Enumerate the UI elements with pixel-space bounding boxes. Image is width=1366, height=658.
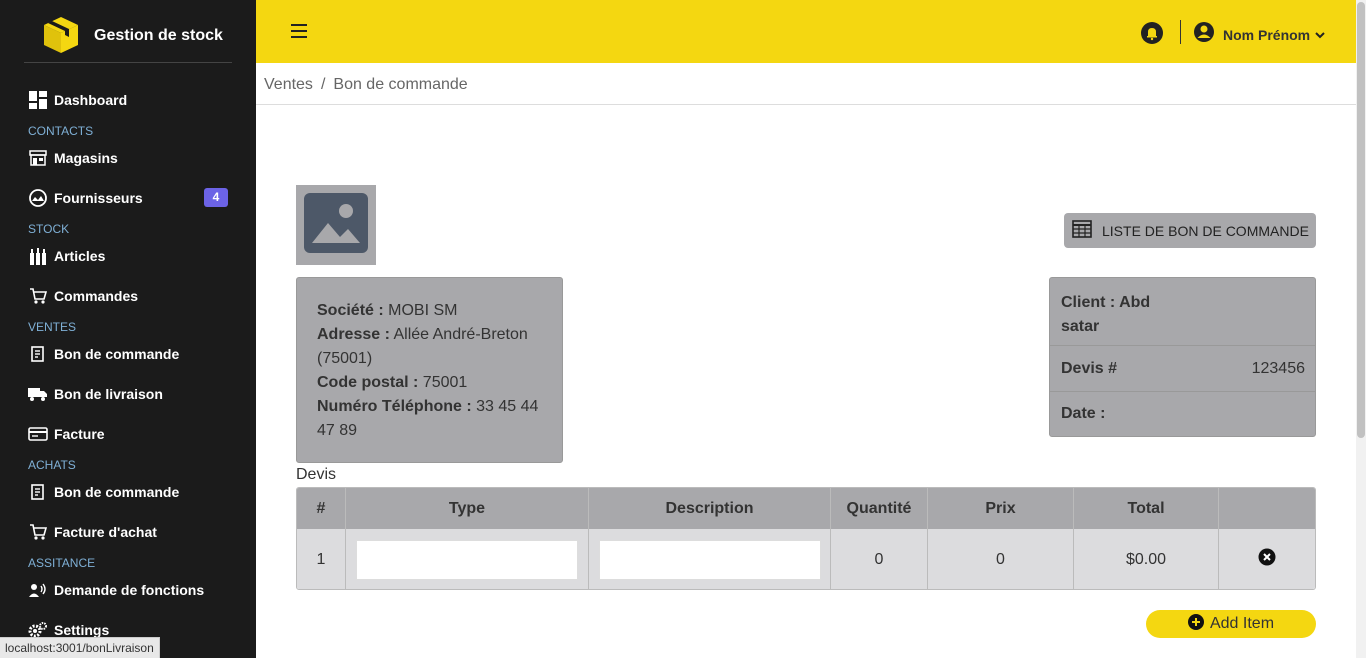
column-header: # xyxy=(297,488,346,529)
column-header: Description xyxy=(589,488,831,529)
store-icon xyxy=(28,148,48,168)
breadcrumb: Ventes / Bon de commande xyxy=(256,63,1356,105)
devis-number-value: 123456 xyxy=(1251,360,1305,377)
devis-number-label: Devis # xyxy=(1061,360,1118,377)
sidebar-item-bon-commande-ventes[interactable]: Bon de commande xyxy=(28,344,179,364)
sidebar-item-facture[interactable]: Facture xyxy=(28,424,105,444)
sidebar-item-label: Bon de commande xyxy=(54,346,180,362)
breadcrumb-separator: / xyxy=(320,76,326,93)
sidebar-item-articles[interactable]: Articles xyxy=(28,246,105,266)
brand: Gestion de stock xyxy=(24,0,232,63)
scrollbar-thumb[interactable] xyxy=(1357,2,1365,438)
section-stock: STOCK xyxy=(28,222,70,236)
table-icon xyxy=(1064,220,1102,241)
status-bar-url: localhost:3001/bonLivraison xyxy=(0,637,160,658)
dashboard-icon xyxy=(28,90,48,110)
societe-value: MOBI SM xyxy=(388,302,458,319)
sidebar-item-demande-fonctions[interactable]: Demande de fonctions xyxy=(28,580,204,600)
telephone-label: Numéro Téléphone : xyxy=(317,398,472,415)
user-avatar-icon xyxy=(1193,21,1215,48)
section-ventes: VENTES xyxy=(28,320,77,334)
items-table: # Type Description Quantité Prix Total 1… xyxy=(296,487,1316,590)
truck-icon xyxy=(28,384,48,404)
sidebar-item-bon-livraison[interactable]: Bon de livraison xyxy=(28,384,163,404)
sidebar-item-facture-achat[interactable]: Facture d'achat xyxy=(28,522,157,542)
devis-title: Devis xyxy=(296,466,337,483)
code-postal-label: Code postal : xyxy=(317,374,419,391)
table-row: 1 0 0 $0.00 xyxy=(297,529,1315,589)
sidebar-item-dashboard[interactable]: Dashboard xyxy=(28,90,127,110)
column-header: Total xyxy=(1074,488,1219,529)
date-label: Date : xyxy=(1061,405,1106,422)
bell-icon[interactable] xyxy=(1140,21,1164,50)
hamburger-menu-icon[interactable] xyxy=(291,24,307,38)
section-assistance: ASSITANCE xyxy=(28,556,96,570)
voice-user-icon xyxy=(28,580,48,600)
invoice-icon xyxy=(28,424,48,444)
image-icon xyxy=(304,192,368,258)
company-info-card: Société : MOBI SM Adresse : Allée André-… xyxy=(296,277,563,463)
total-value: $0.00 xyxy=(1074,529,1219,589)
price-value[interactable]: 0 xyxy=(928,529,1074,589)
app-title: Gestion de stock xyxy=(94,27,223,44)
sidebar-item-label: Commandes xyxy=(54,288,139,304)
sidebar-item-label: Articles xyxy=(54,248,106,264)
column-header: Quantité xyxy=(831,488,928,529)
top-bar: Nom Prénom xyxy=(256,0,1356,63)
adresse-label: Adresse : xyxy=(317,326,390,343)
sidebar-item-label: Magasins xyxy=(54,150,118,166)
type-input[interactable] xyxy=(356,539,578,580)
cart-icon xyxy=(28,286,48,306)
bottles-icon xyxy=(28,246,48,266)
chevron-down-icon xyxy=(1315,26,1325,44)
box-logo-icon xyxy=(42,15,80,60)
order-icon xyxy=(28,344,48,364)
client-info-card: Client : Abd satar Devis # 123456 Date : xyxy=(1049,277,1316,437)
sidebar-item-label: Settings xyxy=(54,622,110,638)
fournisseurs-badge: 4 xyxy=(204,188,228,207)
table-header: # Type Description Quantité Prix Total xyxy=(297,488,1315,529)
column-header: Type xyxy=(346,488,589,529)
order-icon xyxy=(28,482,48,502)
header-divider xyxy=(1180,20,1181,44)
sidebar-item-label: Facture xyxy=(54,426,105,442)
plus-circle-icon xyxy=(1187,613,1210,635)
breadcrumb-parent[interactable]: Ventes xyxy=(264,76,313,93)
add-item-button[interactable]: Add Item xyxy=(1146,610,1316,638)
scrollbar[interactable] xyxy=(1356,0,1366,658)
user-name: Nom Prénom xyxy=(1223,26,1311,43)
sidebar: Gestion de stock Dashboard CONTACTS Maga… xyxy=(0,0,256,658)
sidebar-item-label: Dashboard xyxy=(54,92,128,108)
breadcrumb-current: Bon de commande xyxy=(333,76,468,93)
sidebar-item-label: Bon de commande xyxy=(54,484,180,500)
column-header xyxy=(1219,488,1315,529)
supplier-icon xyxy=(28,188,48,208)
sidebar-item-fournisseurs[interactable]: Fournisseurs xyxy=(28,188,143,208)
section-contacts: CONTACTS xyxy=(28,124,94,138)
sidebar-item-commandes[interactable]: Commandes xyxy=(28,286,138,306)
sidebar-item-label: Fournisseurs xyxy=(54,190,143,206)
remove-row-icon[interactable] xyxy=(1258,548,1276,571)
sidebar-item-label: Bon de livraison xyxy=(54,386,163,402)
client-label: Client : Abd satar xyxy=(1061,294,1151,335)
societe-label: Société : xyxy=(317,302,384,319)
logo-placeholder-image xyxy=(296,185,376,265)
cart-icon xyxy=(28,522,48,542)
column-header: Prix xyxy=(928,488,1074,529)
quantity-value[interactable]: 0 xyxy=(831,529,928,589)
add-item-label: Add Item xyxy=(1209,615,1275,632)
sidebar-item-magasins[interactable]: Magasins xyxy=(28,148,118,168)
row-number: 1 xyxy=(297,529,346,589)
user-menu[interactable]: Nom Prénom xyxy=(1193,21,1325,48)
list-orders-label: LISTE DE BON DE COMMANDE xyxy=(1102,222,1309,239)
sidebar-item-label: Demande de fonctions xyxy=(54,582,205,598)
list-orders-button[interactable]: LISTE DE BON DE COMMANDE xyxy=(1064,213,1316,248)
description-input[interactable] xyxy=(598,539,821,580)
section-achats: ACHATS xyxy=(28,458,76,472)
code-postal-value: 75001 xyxy=(422,374,468,391)
sidebar-item-bon-commande-achats[interactable]: Bon de commande xyxy=(28,482,179,502)
sidebar-item-label: Facture d'achat xyxy=(54,524,157,540)
